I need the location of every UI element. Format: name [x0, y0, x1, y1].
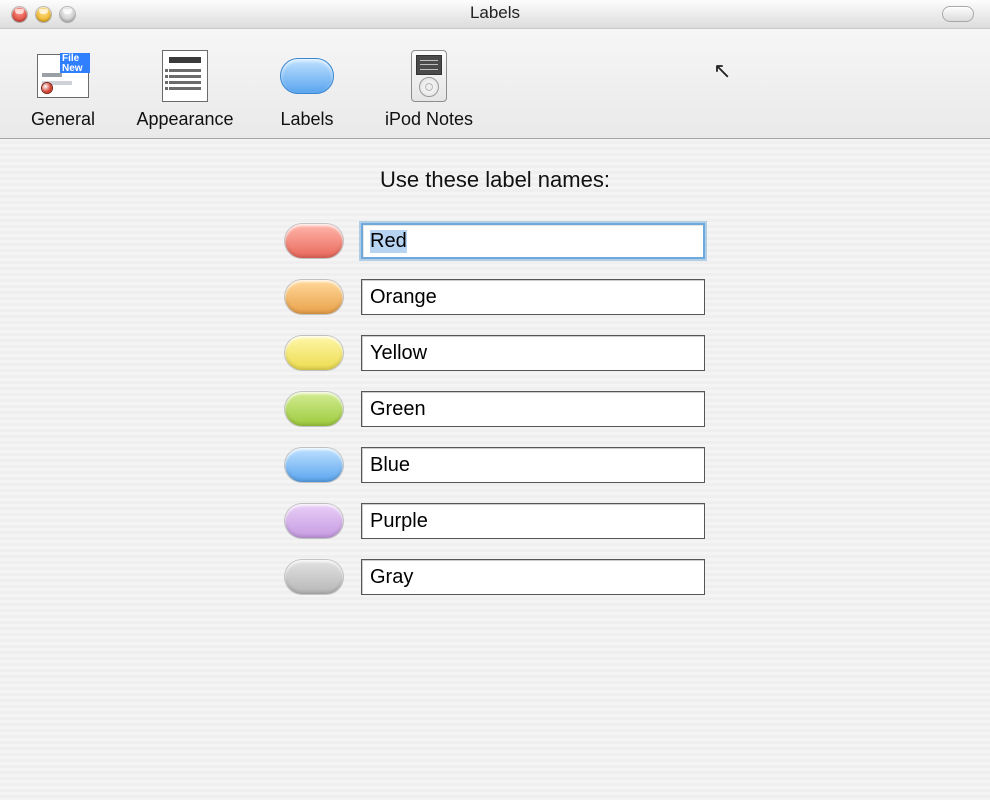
- titlebar[interactable]: Labels: [0, 0, 990, 29]
- toolbar-item-label: Appearance: [136, 109, 233, 130]
- label-name-input-yellow[interactable]: [361, 335, 705, 371]
- label-name-input-green[interactable]: [361, 391, 705, 427]
- toolbar-toggle-button[interactable]: [942, 6, 974, 22]
- toolbar-item-label: iPod Notes: [385, 109, 473, 130]
- toolbar-item-appearance[interactable]: Appearance: [130, 49, 240, 138]
- color-swatch-yellow: [285, 336, 343, 370]
- label-row-yellow: [285, 335, 705, 371]
- label-name-input-purple[interactable]: [361, 503, 705, 539]
- general-icon: FileNew: [36, 49, 90, 103]
- label-row-blue: [285, 447, 705, 483]
- section-heading: Use these label names:: [0, 167, 990, 193]
- zoom-button[interactable]: [60, 7, 75, 22]
- label-row-red: [285, 223, 705, 259]
- labels-icon: [280, 49, 334, 103]
- window-title: Labels: [0, 3, 990, 23]
- color-swatch-orange: [285, 280, 343, 314]
- appearance-icon: [158, 49, 212, 103]
- label-row-purple: [285, 503, 705, 539]
- color-swatch-red: [285, 224, 343, 258]
- color-swatch-purple: [285, 504, 343, 538]
- color-swatch-gray: [285, 560, 343, 594]
- color-swatch-blue: [285, 448, 343, 482]
- minimize-button[interactable]: [36, 7, 51, 22]
- toolbar-item-labels[interactable]: Labels: [252, 49, 362, 138]
- label-name-input-blue[interactable]: [361, 447, 705, 483]
- traffic-lights: [0, 7, 75, 22]
- label-name-input-gray[interactable]: [361, 559, 705, 595]
- toolbar-item-label: General: [31, 109, 95, 130]
- close-button[interactable]: [12, 7, 27, 22]
- content-area: Use these label names:: [0, 139, 990, 595]
- ipod-icon: [402, 49, 456, 103]
- label-row-gray: [285, 559, 705, 595]
- labels-form: [285, 223, 705, 595]
- label-row-orange: [285, 279, 705, 315]
- toolbar: FileNew General Appearance Labels: [0, 29, 990, 139]
- toolbar-item-ipod-notes[interactable]: iPod Notes: [374, 49, 484, 138]
- toolbar-item-general[interactable]: FileNew General: [8, 49, 118, 138]
- color-swatch-green: [285, 392, 343, 426]
- label-name-input-red[interactable]: [361, 223, 705, 259]
- label-name-input-orange[interactable]: [361, 279, 705, 315]
- preferences-window: Labels FileNew General Appearance: [0, 0, 990, 800]
- toolbar-item-label: Labels: [280, 109, 333, 130]
- label-row-green: [285, 391, 705, 427]
